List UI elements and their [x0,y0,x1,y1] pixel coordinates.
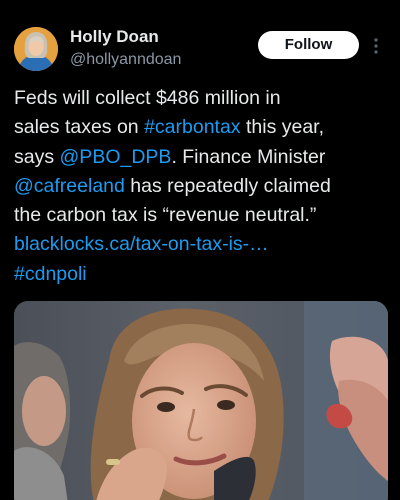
tweet-text-line: blacklocks.ca/tax-on-tax-is-… [14,230,390,259]
more-vertical-icon[interactable] [371,36,381,56]
hashtag-link[interactable]: #cdnpoli [14,263,87,285]
tweet-text-segment: the carbon tax is “revenue neutral.” [14,204,317,227]
tweet-text-segment: sales taxes on [14,116,145,139]
tweet-text: Feds will collect $486 million in sales t… [14,84,390,289]
hashtag-link[interactable]: #carbontax [144,116,240,138]
follow-button[interactable]: Follow [258,31,359,59]
tweet-media-image[interactable] [14,301,388,500]
tweet-text-line: #cdnpoli [14,260,390,289]
tweet-text-segment: says [14,145,60,168]
author-handle[interactable]: @hollyanndoan [70,51,181,69]
tweet-text-segment: . Finance Minister [171,145,326,168]
tweet-text-segment: this year, [240,116,325,139]
tweet-text-line: @cafreeland has repeatedly claimed [14,172,390,201]
tweet-text-line: Feds will collect $486 million in [14,84,390,113]
avatar[interactable] [14,27,58,71]
tweet-text-segment: has repeatedly claimed [124,174,331,197]
author-display-name[interactable]: Holly Doan [70,27,159,47]
url-link[interactable]: blacklocks.ca/tax-on-tax-is-… [14,233,269,255]
tweet-text-line: the carbon tax is “revenue neutral.” [14,201,390,230]
mention-link[interactable]: @cafreeland [14,175,125,197]
tweet-text-segment: Feds will collect $486 million in [14,87,281,109]
mention-link[interactable]: @PBO_DPB [60,146,172,168]
tweet-text-line: sales taxes on #carbontax this year, [14,113,390,142]
tweet-text-line: says @PBO_DPB. Finance Minister [14,143,390,172]
